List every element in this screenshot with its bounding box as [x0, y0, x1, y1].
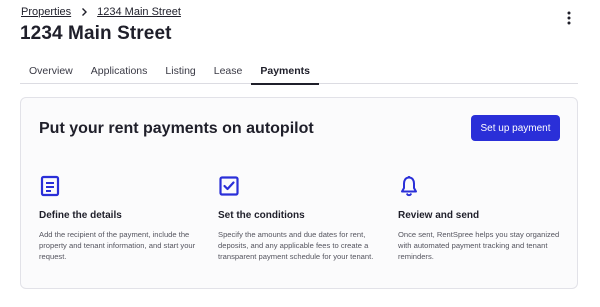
- payments-card: Put your rent payments on autopilot Set …: [20, 97, 578, 289]
- breadcrumb-link-properties[interactable]: Properties: [21, 6, 71, 18]
- step-description: Add the recipient of the payment, includ…: [39, 230, 196, 261]
- step-title: Define the details: [39, 210, 122, 221]
- tab-listing[interactable]: Listing: [156, 60, 204, 84]
- bell-icon: [401, 176, 417, 197]
- document-icon: [40, 175, 60, 197]
- tab-lease[interactable]: Lease: [205, 60, 252, 84]
- tab-bar: Overview Applications Listing Lease Paym…: [20, 60, 578, 85]
- step-set-conditions: Set the conditions Specify the amounts a…: [218, 175, 390, 262]
- step-title: Set the conditions: [218, 210, 305, 221]
- tab-overview[interactable]: Overview: [20, 60, 82, 84]
- checkbox-icon: [219, 176, 239, 196]
- step-review-send: Review and send Once sent, RentSpree hel…: [398, 175, 570, 262]
- breadcrumb: Properties 1234 Main Street: [21, 6, 181, 18]
- step-define-details: Define the details Add the recipient of …: [39, 175, 211, 262]
- tab-applications[interactable]: Applications: [82, 60, 157, 84]
- card-heading: Put your rent payments on autopilot: [39, 120, 314, 137]
- step-title: Review and send: [398, 210, 480, 221]
- set-up-payment-button[interactable]: Set up payment: [471, 115, 560, 141]
- tab-payments[interactable]: Payments: [251, 60, 319, 85]
- page-title: 1234 Main Street: [20, 23, 172, 44]
- page: Properties 1234 Main Street 1234 Main St…: [0, 0, 600, 307]
- step-description: Once sent, RentSpree helps you stay orga…: [398, 230, 560, 261]
- chevron-right-icon: [82, 8, 88, 16]
- more-options-icon[interactable]: [562, 10, 576, 26]
- breadcrumb-link-current[interactable]: 1234 Main Street: [97, 6, 181, 18]
- step-description: Specify the amounts and due dates for re…: [218, 230, 374, 261]
